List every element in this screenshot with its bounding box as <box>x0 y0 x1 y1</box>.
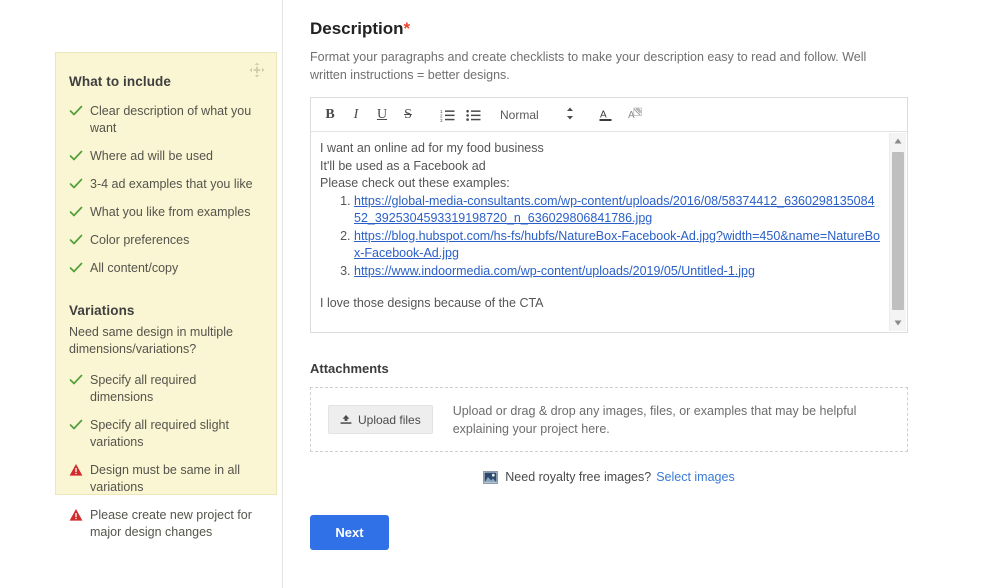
clear-formatting-icon[interactable]: A <box>627 107 642 122</box>
list-item-label: 3-4 ad examples that you like <box>90 177 253 191</box>
tips-include-list: Clear description of what you want Where… <box>69 103 260 277</box>
check-icon <box>69 373 83 387</box>
scrollbar-thumb[interactable] <box>892 152 904 310</box>
tips-card: What to include Clear description of wha… <box>55 52 277 539</box>
svg-text:3: 3 <box>440 118 443 122</box>
check-icon <box>69 418 83 432</box>
helper-text: Format your paragraphs and create checkl… <box>310 50 867 82</box>
main-content: Description* Format your paragraphs and … <box>310 0 950 550</box>
editor-toolbar: B I U S 1 2 3 Normal A A <box>311 98 907 132</box>
list-item: What you like from examples <box>69 204 260 221</box>
svg-text:A: A <box>600 110 607 121</box>
list-item-label: Clear description of what you want <box>90 104 252 135</box>
editor-line-2: It'll be used as a Facebook ad <box>320 158 486 173</box>
attachments-title: Attachments <box>310 361 389 376</box>
select-images-link[interactable]: Select images <box>656 470 735 484</box>
page-title: Description* <box>310 19 950 39</box>
bullet-list-icon[interactable] <box>462 104 484 126</box>
list-item: All content/copy <box>69 260 260 277</box>
description-editor: B I U S 1 2 3 Normal A A I want an onlin… <box>310 97 908 333</box>
example-link-2[interactable]: https://blog.hubspot.com/hs-fs/hubfs/Nat… <box>354 229 880 261</box>
list-item: Clear description of what you want <box>69 103 260 137</box>
list-item: Please create new project for major desi… <box>69 507 260 541</box>
editor-link-list: https://global-media-consultants.com/wp-… <box>320 193 881 281</box>
editor-closing-line: I love those designs because of the CTA <box>320 296 544 310</box>
tips-variations-list: Specify all required dimensions Specify … <box>69 372 260 541</box>
pane-divider <box>282 0 283 588</box>
scroll-down-arrow-icon[interactable] <box>890 315 906 331</box>
example-link-3[interactable]: https://www.indoormedia.com/wp-content/u… <box>354 264 755 278</box>
text-color-icon[interactable]: A <box>598 107 613 122</box>
royalty-free-row: Need royalty free images? Select images <box>310 470 908 484</box>
upload-files-button[interactable]: Upload files <box>328 405 433 434</box>
editor-scrollbar[interactable] <box>889 133 906 331</box>
list-item: Specify all required slight variations <box>69 417 260 451</box>
format-select-value: Normal <box>500 107 539 122</box>
check-icon <box>69 149 83 163</box>
list-item-label: Design must be same in all variations <box>90 463 241 494</box>
image-icon <box>483 470 499 484</box>
list-item: Design must be same in all variations <box>69 462 260 496</box>
warning-icon <box>69 508 83 522</box>
page-title-text: Description <box>310 19 404 38</box>
warning-icon <box>69 463 83 477</box>
list-item: https://blog.hubspot.com/hs-fs/hubfs/Nat… <box>354 228 881 263</box>
list-item-label: Specify all required dimensions <box>90 373 197 404</box>
list-item-label: Where ad will be used <box>90 149 213 163</box>
list-item: Specify all required dimensions <box>69 372 260 406</box>
tips-include-heading: What to include <box>69 74 171 89</box>
upload-icon <box>340 414 352 426</box>
check-icon <box>69 104 83 118</box>
list-item-label: Specify all required slight variations <box>90 418 229 449</box>
updown-caret-icon <box>566 107 574 122</box>
list-item-label: All content/copy <box>90 261 179 275</box>
list-item: https://global-media-consultants.com/wp-… <box>354 193 881 228</box>
list-item: https://www.indoormedia.com/wp-content/u… <box>354 263 881 281</box>
list-item: Color preferences <box>69 232 260 249</box>
tips-variations-heading: Variations <box>69 303 135 318</box>
move-arrows-icon[interactable] <box>249 62 265 78</box>
check-icon <box>69 233 83 247</box>
check-icon <box>69 177 83 191</box>
ordered-list-icon[interactable]: 1 2 3 <box>436 104 458 126</box>
bold-button[interactable]: B <box>319 104 341 126</box>
italic-button[interactable]: I <box>345 104 367 126</box>
underline-button[interactable]: U <box>371 104 393 126</box>
list-item-label: Please create new project for major desi… <box>90 508 252 539</box>
list-item: 3-4 ad examples that you like <box>69 176 260 193</box>
upload-files-label: Upload files <box>358 412 421 427</box>
strikethrough-button[interactable]: S <box>397 104 419 126</box>
attachments-dropzone[interactable]: Upload files Upload or drag & drop any i… <box>310 387 908 452</box>
check-icon <box>69 261 83 275</box>
description-textarea[interactable]: I want an online ad for my food business… <box>311 132 907 332</box>
check-icon <box>69 205 83 219</box>
tips-variations-subtext: Need same design in multiple dimensions/… <box>69 325 233 356</box>
format-select[interactable]: Normal <box>500 107 574 122</box>
royalty-free-text: Need royalty free images? <box>505 470 652 484</box>
list-item: Where ad will be used <box>69 148 260 165</box>
required-marker: * <box>403 19 411 38</box>
list-item-label: What you like from examples <box>90 205 251 219</box>
list-item-label: Color preferences <box>90 233 190 247</box>
dropzone-text: Upload or drag & drop any images, files,… <box>452 403 857 436</box>
next-button[interactable]: Next <box>310 515 389 550</box>
example-link-1[interactable]: https://global-media-consultants.com/wp-… <box>354 194 875 226</box>
editor-line-3: Please check out these examples: <box>320 176 510 190</box>
scroll-up-arrow-icon[interactable] <box>890 133 906 149</box>
editor-line-1: I want an online ad for my food business <box>320 141 544 155</box>
